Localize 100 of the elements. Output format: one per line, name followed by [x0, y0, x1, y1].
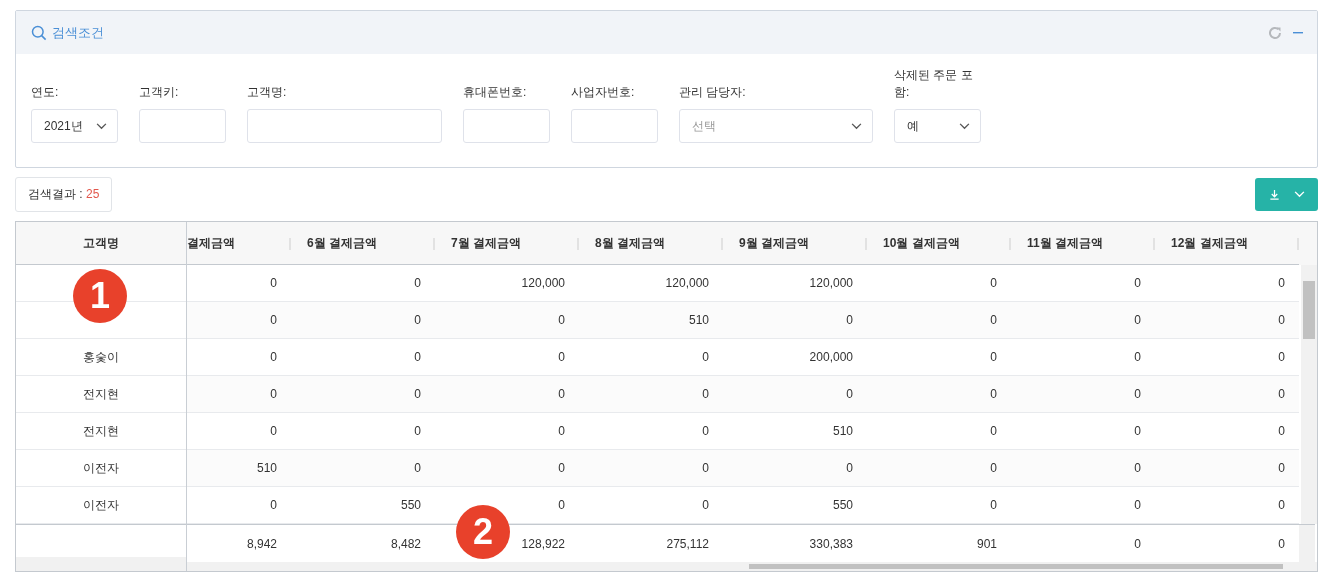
- table-cell: 0: [1278, 313, 1285, 327]
- chevron-down-icon: [851, 122, 862, 130]
- table-cell: 0: [1134, 461, 1141, 475]
- table-cell: 전지현: [83, 422, 119, 440]
- table-cell: 0: [270, 424, 277, 438]
- table-cell: 0: [1134, 424, 1141, 438]
- table-cell: 0: [990, 350, 997, 364]
- field-label: 고객키:: [139, 84, 180, 101]
- table-cell: 0: [702, 498, 709, 512]
- text-field[interactable]: [139, 109, 226, 143]
- table-cell: 550: [832, 498, 853, 512]
- table-cell: 0: [1134, 350, 1141, 364]
- table-cell: 0: [702, 350, 709, 364]
- table-cell: 0: [990, 424, 997, 438]
- table-cell: 510: [256, 461, 277, 475]
- table-cell: 0: [558, 498, 565, 512]
- download-icon: [1268, 189, 1280, 200]
- field-label: 연도:: [31, 84, 60, 101]
- table-cell: 0: [846, 461, 853, 475]
- table-cell: 550: [400, 498, 421, 512]
- table-cell: 0: [990, 461, 997, 475]
- download-button[interactable]: [1255, 178, 1318, 211]
- field-label: 사업자번호:: [571, 84, 636, 101]
- field-label: 삭제된 주문 포함:: [894, 67, 974, 101]
- table-cell: 0: [1278, 276, 1285, 290]
- table-cell: 0: [990, 313, 997, 327]
- table-cell: 0: [1134, 313, 1141, 327]
- table-cell: 0: [1278, 350, 1285, 364]
- total-cell: 0: [1134, 536, 1141, 551]
- number-marker: 2: [456, 505, 510, 559]
- table-cell: 홍숯이: [83, 348, 119, 366]
- refresh-icon[interactable]: [1267, 24, 1283, 41]
- table-cell: 0: [270, 498, 277, 512]
- total-cell: 8,942: [246, 536, 277, 551]
- select-field[interactable]: 예: [894, 109, 981, 143]
- table-cell: 0: [702, 461, 709, 475]
- table-cell: 0: [846, 313, 853, 327]
- vertical-scrollbar[interactable]: [1299, 524, 1315, 562]
- table-cell: 200,000: [809, 350, 853, 364]
- horizontal-scrollbar[interactable]: [187, 562, 1317, 571]
- search-icon: [31, 24, 47, 41]
- table-cell: 0: [1278, 387, 1285, 401]
- table-cell: 120,000: [665, 276, 709, 290]
- table-cell: 510: [688, 313, 709, 327]
- table-cell: 120,000: [521, 276, 565, 290]
- total-cell: 8,482: [390, 536, 421, 551]
- table-cell: 0: [414, 387, 421, 401]
- table-cell: 0: [270, 313, 277, 327]
- table-cell: 0: [414, 350, 421, 364]
- table-cell: 0: [270, 276, 277, 290]
- table-cell: 0: [990, 276, 997, 290]
- text-field[interactable]: [247, 109, 442, 143]
- table-cell: 0: [1278, 424, 1285, 438]
- collapse-icon[interactable]: [1293, 31, 1303, 34]
- table-cell: 이전자: [83, 496, 119, 514]
- total-cell: 901: [976, 536, 997, 551]
- horizontal-scrollbar[interactable]: [16, 556, 186, 571]
- table-cell: 0: [1134, 276, 1141, 290]
- table-cell: 전지현: [83, 385, 119, 403]
- panel-title: 검색조건: [52, 23, 104, 42]
- table-cell: 0: [558, 350, 565, 364]
- table-cell: 0: [558, 313, 565, 327]
- text-field[interactable]: [571, 109, 658, 143]
- table-cell: 0: [990, 387, 997, 401]
- table-cell: 0: [1278, 498, 1285, 512]
- chevron-down-icon: [1293, 191, 1305, 198]
- select-field[interactable]: 2021년: [31, 109, 118, 143]
- chevron-down-icon: [959, 122, 970, 130]
- column-header[interactable]: 고객명: [16, 222, 186, 265]
- table-cell: 이전자: [83, 459, 119, 477]
- table-cell: 0: [990, 498, 997, 512]
- total-cell: 0: [1278, 536, 1285, 551]
- table-cell: 0: [1134, 498, 1141, 512]
- table-cell: 510: [832, 424, 853, 438]
- vertical-scrollbar[interactable]: [1301, 265, 1317, 524]
- table-cell: 0: [414, 276, 421, 290]
- table-cell: 0: [558, 424, 565, 438]
- table-cell: 0: [702, 387, 709, 401]
- number-marker: 1: [73, 269, 127, 323]
- total-cell: 275,112: [666, 536, 709, 551]
- field-label: 관리 담당자:: [679, 84, 747, 101]
- table-cell: 0: [270, 387, 277, 401]
- table-cell: 0: [414, 424, 421, 438]
- result-count: 검색결과 : 25: [15, 177, 113, 212]
- total-cell: 128,922: [521, 536, 565, 551]
- table-cell: 0: [270, 350, 277, 364]
- table-cell: 0: [1278, 461, 1285, 475]
- table-cell: 0: [414, 461, 421, 475]
- table-cell: 0: [558, 387, 565, 401]
- total-cell: 330,383: [809, 536, 853, 551]
- table-cell: 0: [1134, 387, 1141, 401]
- field-label: 휴대폰번호:: [463, 84, 528, 101]
- table-cell: 0: [846, 387, 853, 401]
- field-label: 고객명:: [247, 84, 288, 101]
- table-cell: 0: [558, 461, 565, 475]
- text-field[interactable]: [463, 109, 550, 143]
- table-cell: 0: [414, 313, 421, 327]
- table-cell: 0: [702, 424, 709, 438]
- table-cell: 120,000: [809, 276, 853, 290]
- chevron-down-icon: [96, 122, 107, 130]
